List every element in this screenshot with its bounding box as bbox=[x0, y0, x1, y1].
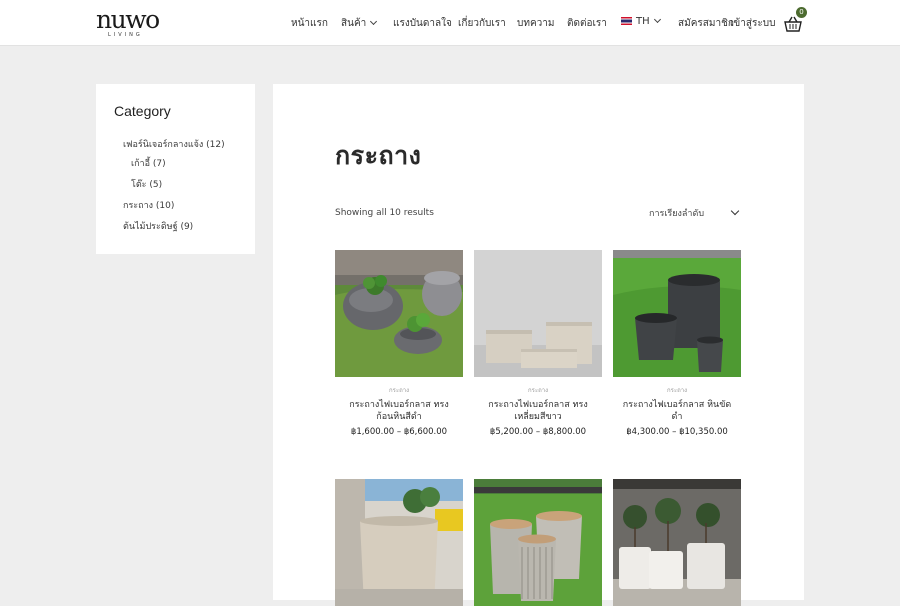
cart-button[interactable]: 0 bbox=[784, 7, 808, 34]
nav-about[interactable]: เกี่ยวกับเรา bbox=[458, 16, 506, 31]
category-sidebar: Category เฟอร์นิเจอร์กลางแจ้ง (12) เก้าอ… bbox=[96, 84, 255, 254]
result-count: Showing all 10 results bbox=[335, 208, 434, 218]
product-image[interactable] bbox=[474, 250, 602, 377]
basket-icon bbox=[784, 16, 802, 32]
cart-count-badge: 0 bbox=[796, 7, 807, 18]
product-image[interactable] bbox=[335, 479, 463, 606]
main-nav: หน้าแรก สินค้า แรงบันดาลใจ เกี่ยวกับเรา … bbox=[0, 0, 900, 46]
chevron-down-icon bbox=[370, 17, 378, 26]
product-name[interactable]: กระถางไฟเบอร์กลาส ทรง ก้อนหินสีดำ bbox=[335, 399, 463, 423]
product-listing: กระถาง Showing all 10 results การเรียงลำ… bbox=[273, 84, 804, 606]
product-image[interactable] bbox=[613, 250, 741, 377]
nav-products-label: สินค้า bbox=[341, 18, 367, 29]
product-category: กระถาง bbox=[666, 387, 687, 394]
site-header: nuwo LIVING หน้าแรก สินค้า แรงบันดาลใจ เ… bbox=[0, 0, 900, 46]
product-name-line: ก้อนหินสีดำ bbox=[376, 412, 422, 422]
nav-articles[interactable]: บทความ bbox=[517, 16, 554, 31]
category-artificial-plants[interactable]: ต้นไม้ประดิษฐ์ (9) bbox=[123, 219, 193, 233]
category-chairs[interactable]: เก้าอี้ (7) bbox=[131, 156, 166, 170]
product-image[interactable] bbox=[613, 479, 741, 606]
category-tables[interactable]: โต๊ะ (5) bbox=[131, 177, 162, 191]
product-price: ฿1,600.00 – ฿6,600.00 bbox=[350, 427, 448, 437]
product-price: ฿4,300.00 – ฿10,350.00 bbox=[626, 427, 728, 437]
product-name[interactable]: กระถางไฟเบอร์กลาส หินขัด ดำ bbox=[613, 399, 741, 423]
sort-select[interactable]: การเรียงลำดับ bbox=[649, 206, 741, 222]
product-price: ฿5,200.00 – ฿8,800.00 bbox=[489, 427, 587, 437]
category-outdoor-furniture[interactable]: เฟอร์นิเจอร์กลางแจ้ง (12) bbox=[123, 137, 225, 151]
nav-products[interactable]: สินค้า bbox=[341, 16, 378, 31]
product-name-line: กระถางไฟเบอร์กลาส ทรง bbox=[349, 400, 449, 410]
language-label: TH bbox=[636, 16, 650, 27]
chevron-down-icon bbox=[730, 206, 740, 216]
product-name[interactable]: กระถางไฟเบอร์กลาส ทรง เหลี่ยมสีขาว bbox=[474, 399, 602, 423]
category-pots[interactable]: กระถาง (10) bbox=[123, 198, 174, 212]
nav-login[interactable]: เข้าสู่ระบบ bbox=[730, 16, 775, 31]
nav-inspiration[interactable]: แรงบันดาลใจ bbox=[393, 16, 452, 31]
sidebar-title: Category bbox=[114, 103, 171, 119]
product-name-line: กระถางไฟเบอร์กลาส หินขัด bbox=[622, 400, 732, 410]
product-category: กระถาง bbox=[388, 387, 409, 394]
thai-flag-icon bbox=[621, 17, 632, 25]
nav-home[interactable]: หน้าแรก bbox=[291, 16, 328, 31]
product-name-line: กระถางไฟเบอร์กลาส ทรง bbox=[488, 400, 588, 410]
sort-select-label: การเรียงลำดับ bbox=[649, 209, 705, 219]
product-category: กระถาง bbox=[527, 387, 548, 394]
product-name-line: เหลี่ยมสีขาว bbox=[514, 412, 562, 422]
nav-contact[interactable]: ติดต่อเรา bbox=[567, 16, 607, 31]
product-image[interactable] bbox=[474, 479, 602, 606]
language-switcher[interactable]: TH bbox=[621, 15, 661, 27]
chevron-down-icon bbox=[653, 15, 661, 24]
page-title: กระถาง bbox=[335, 141, 422, 170]
nav-register[interactable]: สมัครสมาชิก bbox=[678, 16, 734, 31]
product-image[interactable] bbox=[335, 250, 463, 377]
product-name-line: ดำ bbox=[671, 412, 683, 422]
